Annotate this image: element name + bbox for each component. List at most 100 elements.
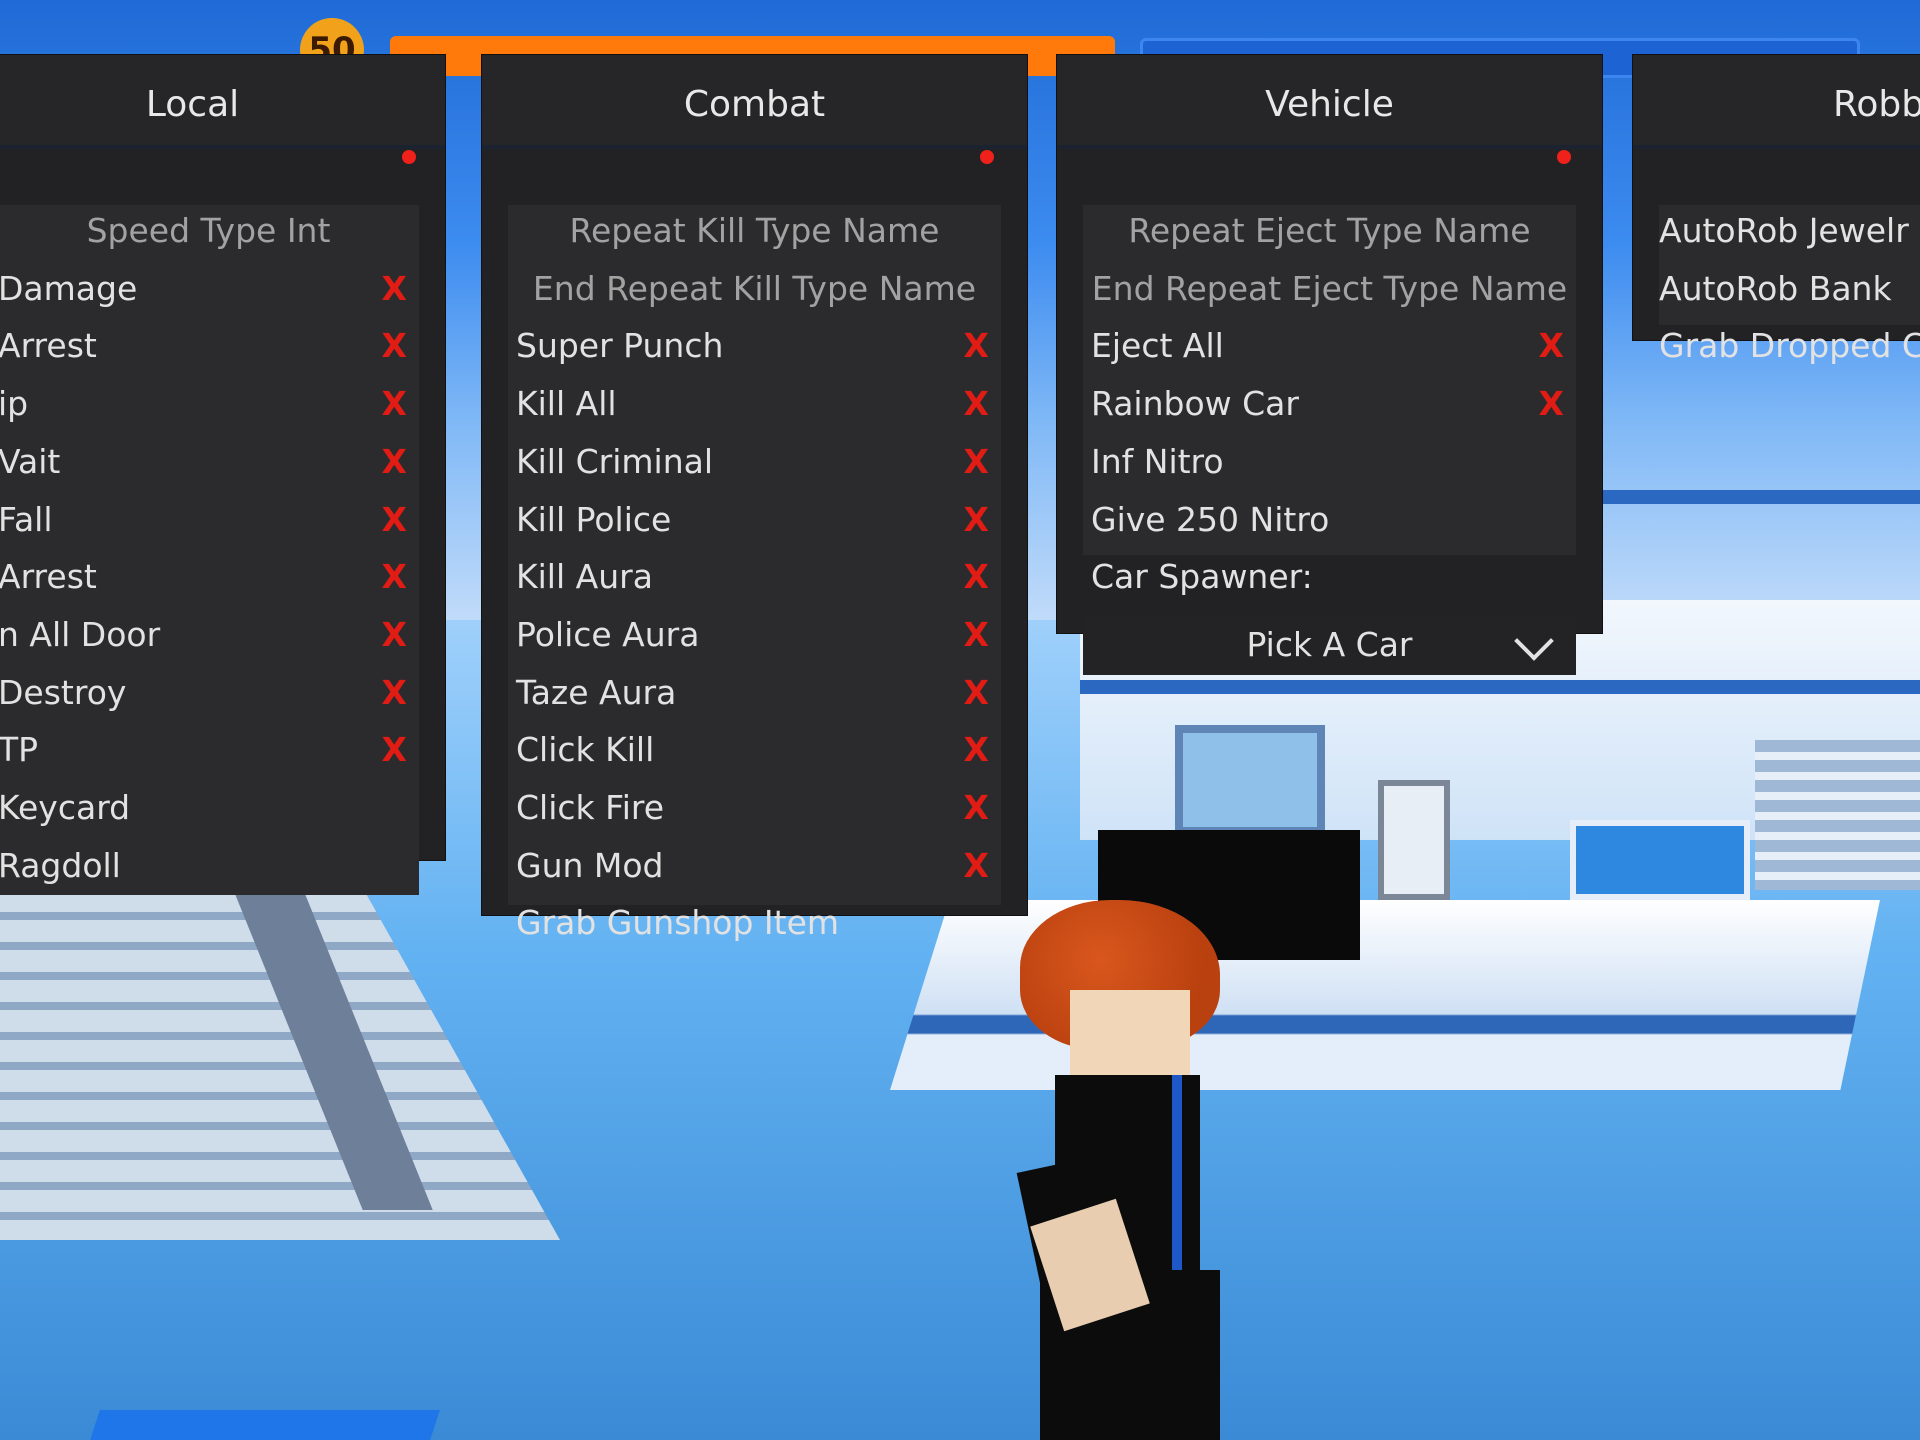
menu-row[interactable]: Damage X: [0, 261, 419, 319]
toggle-off-icon[interactable]: X: [1539, 326, 1564, 365]
toggle-off-icon[interactable]: X: [382, 269, 407, 308]
menu-row[interactable]: Repeat Eject Type Name: [1083, 203, 1576, 261]
menu-row-label: Vait: [0, 441, 61, 481]
panel-combat[interactable]: Combat Repeat Kill Type Name End Repeat K…: [482, 55, 1027, 942]
panel-header[interactable]: Combat: [482, 55, 1027, 149]
menu-row-label: AutoRob Jewelr: [1659, 211, 1909, 250]
menu-row-label: Rainbow Car: [1091, 384, 1299, 424]
toggle-off-icon[interactable]: X: [964, 615, 989, 654]
menu-row[interactable]: Rainbow Car X: [1083, 376, 1576, 434]
room-door: [1378, 780, 1450, 900]
panel-header[interactable]: Local: [0, 55, 445, 149]
menu-row-label: Super Punch: [516, 326, 724, 366]
menu-row[interactable]: Click Kill X: [508, 722, 1001, 780]
menu-row-label: ip: [0, 384, 29, 424]
desk-monitor: [1570, 820, 1750, 900]
menu-row[interactable]: TP X: [0, 722, 419, 780]
menu-row[interactable]: Eject All X: [1083, 318, 1576, 376]
toggle-off-icon[interactable]: X: [964, 730, 989, 769]
menu-row[interactable]: Click Fire X: [508, 780, 1001, 838]
toggle-off-icon[interactable]: X: [1539, 384, 1564, 423]
menu-row-label: TP: [0, 730, 39, 770]
menu-row-label: Damage: [0, 268, 138, 308]
menu-row[interactable]: AutoRob Bank: [1659, 261, 1920, 319]
toggle-off-icon[interactable]: X: [382, 557, 407, 596]
menu-row-label: Repeat Kill Type Name: [569, 211, 940, 250]
menu-row[interactable]: Police Aura X: [508, 607, 1001, 665]
menu-row-label: Police Aura: [516, 614, 700, 654]
menu-row[interactable]: Kill Criminal X: [508, 434, 1001, 492]
menu-row-label: Car Spawner:: [1091, 557, 1313, 597]
window-blinds: [1755, 740, 1920, 890]
menu-row[interactable]: Destroy X: [0, 665, 419, 723]
menu-row[interactable]: Kill Aura X: [508, 549, 1001, 607]
menu-row[interactable]: Repeat Kill Type Name: [508, 203, 1001, 261]
menu-row-label: Kill Police: [516, 499, 672, 539]
menu-row-label: AutoRob Bank: [1659, 268, 1892, 308]
menu-row[interactable]: Car Spawner:: [1083, 549, 1576, 607]
menu-row-label: Arrest: [0, 557, 97, 597]
panel-header[interactable]: Robb: [1633, 55, 1920, 149]
menu-row[interactable]: AutoRob Jewelr: [1659, 203, 1920, 261]
room-window: [1175, 725, 1325, 835]
menu-row[interactable]: n All Door X: [0, 607, 419, 665]
toggle-off-icon[interactable]: X: [382, 500, 407, 539]
menu-row[interactable]: End Repeat Kill Type Name: [508, 261, 1001, 319]
close-dot-icon[interactable]: [1557, 150, 1571, 164]
menu-row[interactable]: Fall X: [0, 492, 419, 550]
toggle-off-icon[interactable]: X: [382, 615, 407, 654]
menu-row[interactable]: Gun Mod X: [508, 838, 1001, 896]
menu-row-label: Keycard: [0, 788, 131, 827]
avatar-head: [1070, 990, 1190, 1080]
toggle-off-icon[interactable]: X: [382, 730, 407, 769]
menu-row-label: Kill All: [516, 384, 617, 424]
panel-vehicle[interactable]: Vehicle Pick A Car Repeat Eject Type Nam…: [1057, 55, 1602, 675]
menu-row[interactable]: Arrest X: [0, 549, 419, 607]
close-dot-icon[interactable]: [402, 150, 416, 164]
panel-header[interactable]: Vehicle: [1057, 55, 1602, 149]
toggle-off-icon[interactable]: X: [382, 384, 407, 423]
car-picker-dropdown[interactable]: Pick A Car: [1083, 617, 1576, 675]
menu-row-label: Taze Aura: [516, 672, 677, 712]
menu-row[interactable]: Keycard: [0, 780, 419, 838]
menu-row-label: Give 250 Nitro: [1091, 499, 1330, 539]
toggle-off-icon[interactable]: X: [964, 673, 989, 712]
menu-row[interactable]: Arrest X: [0, 318, 419, 376]
toggle-off-icon[interactable]: X: [964, 326, 989, 365]
menu-row-label: Eject All: [1091, 326, 1224, 366]
menu-row[interactable]: Ragdoll: [0, 838, 419, 896]
car-picker-value: Pick A Car: [1246, 625, 1413, 664]
close-dot-icon[interactable]: [980, 150, 994, 164]
menu-row-label: Grab Gunshop Item: [516, 903, 840, 943]
toggle-off-icon[interactable]: X: [964, 442, 989, 481]
menu-row[interactable]: Grab Gunshop Item: [508, 895, 1001, 953]
panel-title: Local: [145, 84, 240, 125]
menu-row[interactable]: Inf Nitro: [1083, 434, 1576, 492]
menu-row[interactable]: Super Punch X: [508, 318, 1001, 376]
menu-row-label: Click Kill: [516, 730, 655, 770]
menu-row[interactable]: End Repeat Eject Type Name: [1083, 261, 1576, 319]
menu-row-label: Kill Aura: [516, 557, 653, 597]
menu-row-label: Inf Nitro: [1091, 441, 1224, 481]
menu-row[interactable]: ip X: [0, 376, 419, 434]
menu-row[interactable]: Speed Type Int: [0, 203, 419, 261]
toggle-off-icon[interactable]: X: [964, 846, 989, 885]
toggle-off-icon[interactable]: X: [964, 788, 989, 827]
menu-row[interactable]: Kill Police X: [508, 492, 1001, 550]
menu-row[interactable]: Grab Dropped C: [1659, 318, 1920, 376]
toggle-off-icon[interactable]: X: [382, 326, 407, 365]
menu-row[interactable]: Kill All X: [508, 376, 1001, 434]
toggle-off-icon[interactable]: X: [964, 557, 989, 596]
toggle-off-icon[interactable]: X: [382, 673, 407, 712]
menu-row[interactable]: Vait X: [0, 434, 419, 492]
menu-row[interactable]: Taze Aura X: [508, 665, 1001, 723]
toggle-off-icon[interactable]: X: [964, 384, 989, 423]
toggle-off-icon[interactable]: X: [382, 442, 407, 481]
menu-row[interactable]: Give 250 Nitro: [1083, 492, 1576, 550]
panel-robbery[interactable]: Robb AutoRob Jewelr AutoRob Bank Grab Drop…: [1633, 55, 1920, 365]
menu-row-label: End Repeat Eject Type Name: [1091, 268, 1568, 308]
menu-row-label: End Repeat Kill Type Name: [532, 268, 977, 308]
toggle-off-icon[interactable]: X: [964, 500, 989, 539]
menu-row-label: Grab Dropped C: [1659, 326, 1920, 366]
panel-local[interactable]: Local Speed Type Int Damage X Arrest Xip X Vai…: [0, 55, 445, 895]
